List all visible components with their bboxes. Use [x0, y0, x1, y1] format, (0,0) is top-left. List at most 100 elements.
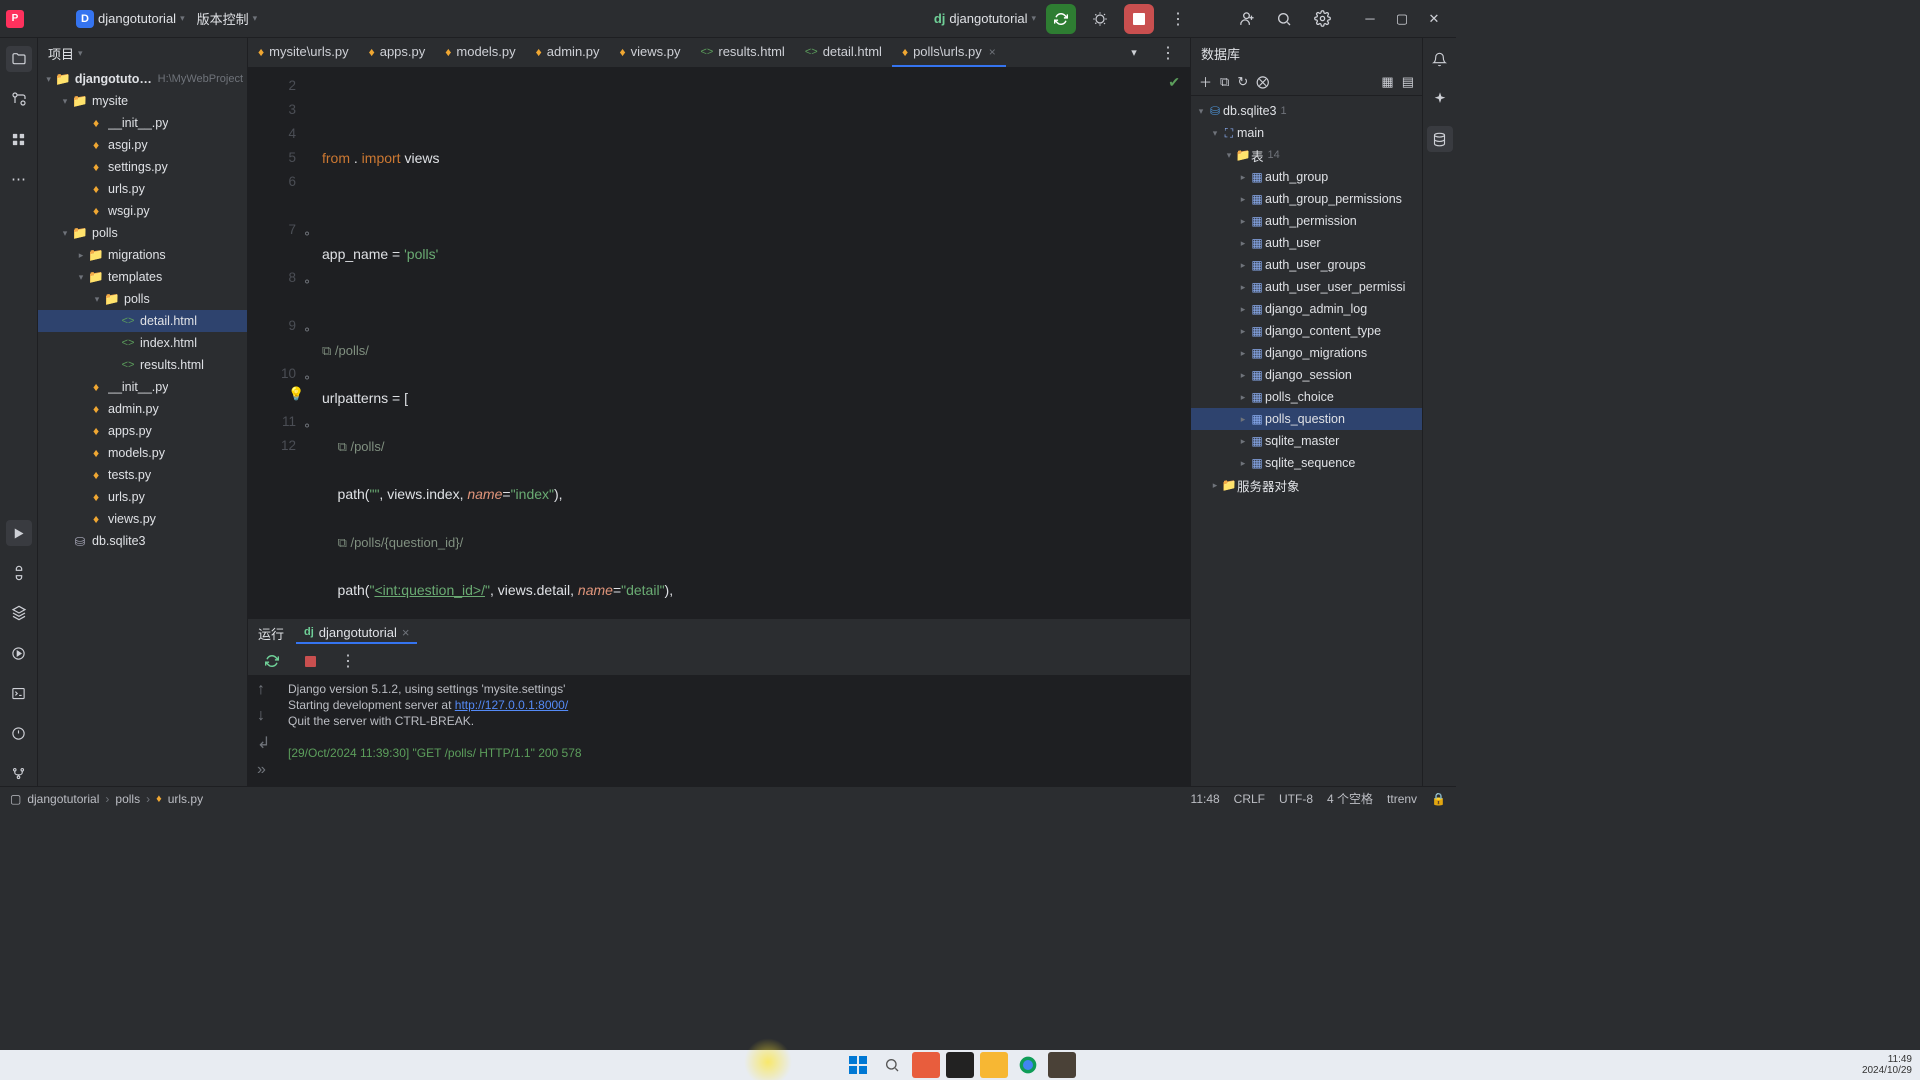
caret-position[interactable]: 11:48: [1191, 792, 1220, 806]
editor-tab[interactable]: ♦models.py: [435, 38, 525, 67]
packages-tool-button[interactable]: [6, 600, 32, 626]
project-tree[interactable]: ▾📁 djangotutorial H:\MyWebProject ▾📁mysi…: [38, 68, 247, 786]
tree-dir[interactable]: ▾📁polls: [38, 288, 247, 310]
settings-button[interactable]: [1308, 5, 1336, 33]
search-everywhere-button[interactable]: [1270, 5, 1298, 33]
search-button[interactable]: [878, 1052, 906, 1078]
terminal-tool-button[interactable]: [6, 680, 32, 706]
vcs-tool-button[interactable]: [6, 760, 32, 786]
indent[interactable]: 4 个空格: [1327, 790, 1373, 807]
code-content[interactable]: from . import views app_name = 'polls' ⧉…: [304, 68, 1190, 618]
db-table[interactable]: ▸▦django_migrations: [1191, 342, 1422, 364]
rerun-button[interactable]: [1046, 4, 1076, 34]
services-tool-button[interactable]: [6, 640, 32, 666]
problems-tool-button[interactable]: [6, 720, 32, 746]
db-table[interactable]: ▸▦polls_question: [1191, 408, 1422, 430]
taskbar-app[interactable]: [912, 1052, 940, 1078]
tree-file[interactable]: <>detail.html: [38, 310, 247, 332]
more-button[interactable]: ⋮: [1164, 5, 1192, 33]
tree-file[interactable]: ⛁db.sqlite3: [38, 530, 247, 552]
add-datasource-button[interactable]: ＋: [1199, 72, 1212, 91]
db-tables-folder[interactable]: ▾📁表14: [1191, 144, 1422, 166]
notifications-button[interactable]: [1427, 46, 1453, 72]
tree-file[interactable]: ♦models.py: [38, 442, 247, 464]
editor-tab[interactable]: ♦apps.py: [359, 38, 436, 67]
server-url-link[interactable]: http://127.0.0.1:8000/: [455, 698, 568, 712]
line-ending[interactable]: CRLF: [1234, 792, 1265, 806]
project-tool-button[interactable]: [6, 46, 32, 72]
structure-tool-button[interactable]: [6, 86, 32, 112]
grid-tool-button[interactable]: [6, 126, 32, 152]
tree-file[interactable]: ♦tests.py: [38, 464, 247, 486]
tree-dir[interactable]: ▾📁templates: [38, 266, 247, 288]
database-tool-button[interactable]: [1427, 126, 1453, 152]
tab-dropdown-button[interactable]: ▾: [1120, 39, 1148, 67]
stop-button[interactable]: [1124, 4, 1154, 34]
db-table[interactable]: ▸▦auth_user_user_permissi: [1191, 276, 1422, 298]
close-button[interactable]: ✕: [1418, 11, 1450, 27]
db-server-objects[interactable]: ▸📁服务器对象: [1191, 474, 1422, 496]
table-button[interactable]: ▤: [1402, 74, 1414, 90]
tree-file[interactable]: ♦views.py: [38, 508, 247, 530]
ai-assistant-button[interactable]: [1427, 86, 1453, 112]
editor-tab[interactable]: <>results.html: [691, 38, 795, 67]
db-table[interactable]: ▸▦django_content_type: [1191, 320, 1422, 342]
intention-bulb-icon[interactable]: 💡: [288, 386, 304, 402]
tree-file[interactable]: ♦asgi.py: [38, 134, 247, 156]
console-output[interactable]: Django version 5.1.2, using settings 'my…: [248, 675, 1190, 786]
maximize-button[interactable]: ▢: [1386, 11, 1418, 27]
run-config-dropdown[interactable]: dj djangotutorial ▾: [934, 11, 1036, 26]
tree-file[interactable]: ♦admin.py: [38, 398, 247, 420]
run-tool-button[interactable]: [6, 520, 32, 546]
db-table[interactable]: ▸▦auth_user_groups: [1191, 254, 1422, 276]
db-table[interactable]: ▸▦auth_group: [1191, 166, 1422, 188]
taskbar-app[interactable]: [980, 1052, 1008, 1078]
more-tools-button[interactable]: ⋯: [6, 166, 32, 192]
editor-tab[interactable]: ♦views.py: [610, 38, 691, 67]
editor-tab[interactable]: ♦admin.py: [526, 38, 610, 67]
close-tab-icon[interactable]: ×: [989, 45, 996, 59]
windows-taskbar[interactable]: 11:49 2024/10/29: [0, 1050, 1920, 1080]
scroll-up-icon[interactable]: ↑: [257, 681, 270, 699]
tree-file[interactable]: ♦urls.py: [38, 486, 247, 508]
taskbar-app[interactable]: [1048, 1052, 1076, 1078]
duplicate-button[interactable]: ⧉: [1220, 74, 1229, 90]
db-datasource[interactable]: ▾⛁db.sqlite31: [1191, 100, 1422, 122]
breadcrumb[interactable]: ▢ djangotutorial › polls › ♦ urls.py: [10, 792, 203, 806]
db-schema[interactable]: ▾⛶main: [1191, 122, 1422, 144]
stop-button[interactable]: [296, 647, 324, 675]
editor-tab[interactable]: ♦mysite\urls.py: [248, 38, 359, 67]
stop-button[interactable]: ⨂: [1256, 74, 1269, 90]
database-tree[interactable]: ▾⛁db.sqlite31 ▾⛶main ▾📁表14 ▸▦auth_group …: [1191, 96, 1422, 786]
main-menu-button[interactable]: [36, 5, 64, 33]
rerun-button[interactable]: [258, 647, 286, 675]
tree-file[interactable]: ♦settings.py: [38, 156, 247, 178]
db-table[interactable]: ▸▦auth_group_permissions: [1191, 188, 1422, 210]
db-table[interactable]: ▸▦django_session: [1191, 364, 1422, 386]
project-panel-header[interactable]: 项目 ▾: [38, 38, 247, 68]
taskbar-app[interactable]: [946, 1052, 974, 1078]
expand-icon[interactable]: »: [257, 761, 270, 779]
view-button[interactable]: ▦: [1381, 74, 1393, 90]
more-button[interactable]: ⋮: [334, 647, 362, 675]
soft-wrap-icon[interactable]: ↲: [257, 733, 270, 753]
python-console-button[interactable]: [6, 560, 32, 586]
db-table[interactable]: ▸▦polls_choice: [1191, 386, 1422, 408]
tree-file[interactable]: ♦__init__.py: [38, 376, 247, 398]
tree-root[interactable]: ▾📁 djangotutorial H:\MyWebProject: [38, 68, 247, 90]
vcs-dropdown[interactable]: 版本控制 ▾: [197, 9, 258, 28]
tree-file[interactable]: ♦wsgi.py: [38, 200, 247, 222]
minimize-button[interactable]: ─: [1354, 11, 1386, 27]
start-button[interactable]: [844, 1052, 872, 1078]
tree-dir[interactable]: ▸📁migrations: [38, 244, 247, 266]
db-table[interactable]: ▸▦sqlite_master: [1191, 430, 1422, 452]
encoding[interactable]: UTF-8: [1279, 792, 1313, 806]
db-table[interactable]: ▸▦auth_user: [1191, 232, 1422, 254]
lock-icon[interactable]: 🔒: [1431, 792, 1446, 806]
tree-file[interactable]: ♦__init__.py: [38, 112, 247, 134]
taskbar-app-edge[interactable]: [1014, 1052, 1042, 1078]
interpreter[interactable]: ttrenv: [1387, 792, 1417, 806]
db-table[interactable]: ▸▦sqlite_sequence: [1191, 452, 1422, 474]
refresh-button[interactable]: ↻: [1237, 74, 1248, 90]
project-dropdown[interactable]: D djangotutorial ▾: [76, 10, 185, 28]
